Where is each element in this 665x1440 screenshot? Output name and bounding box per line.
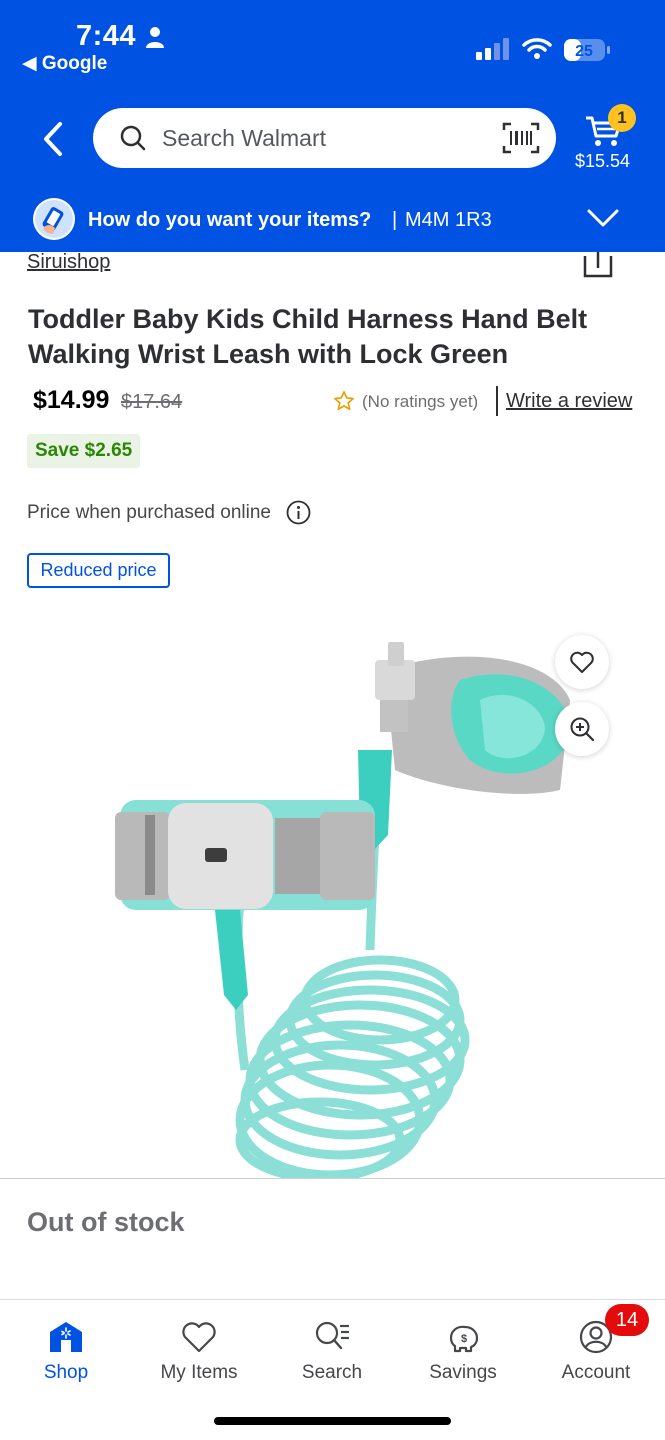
savings-badge: Save $2.65 (27, 434, 141, 468)
tab-savings[interactable]: $ Savings (408, 1312, 518, 1383)
wifi-icon (522, 38, 552, 59)
person-icon (146, 27, 164, 48)
zoom-image-button[interactable] (555, 702, 609, 756)
battery-icon: 25 (564, 39, 610, 61)
tab-label: My Items (160, 1362, 238, 1383)
star-outline-icon (334, 391, 354, 411)
was-price: $17.64 (121, 391, 183, 413)
home-indicator[interactable] (214, 1417, 451, 1425)
ratings-divider (496, 386, 498, 416)
search-input[interactable]: Search Walmart (162, 125, 326, 152)
tab-label: Savings (429, 1362, 497, 1383)
fulfillment-separator: | (392, 209, 398, 231)
current-price: $14.99 (33, 386, 110, 414)
heart-icon (570, 651, 594, 673)
back-arrow-icon[interactable] (32, 112, 76, 166)
tab-label: Account (561, 1362, 631, 1383)
search-icon (120, 125, 146, 151)
availability-status: Out of stock (27, 1207, 185, 1237)
write-review-link[interactable]: Write a review (506, 390, 632, 413)
piggy-bank-icon: $ (449, 1325, 479, 1353)
tab-label: Shop (43, 1362, 89, 1383)
product-image[interactable] (0, 600, 665, 1178)
tab-my-items[interactable]: My Items (144, 1312, 254, 1383)
barcode-scanner-icon[interactable] (502, 121, 540, 155)
back-triangle-icon: ◀ (22, 53, 42, 74)
back-to-app-link[interactable]: ◀ Google (22, 52, 107, 75)
chevron-down-icon (587, 209, 619, 227)
tab-label: Search (301, 1362, 363, 1383)
tabbar-divider (0, 1299, 665, 1300)
battery-level: 25 (575, 43, 593, 60)
fulfillment-icon (33, 198, 75, 240)
fulfillment-selector[interactable]: How do you want your items? | M4M 1R3 (0, 190, 665, 252)
postal-code: M4M 1R3 (405, 209, 492, 231)
price-note: Price when purchased online (27, 502, 271, 523)
svg-text:$: $ (461, 1333, 467, 1345)
cart-count-badge: 1 (608, 104, 636, 132)
product-title: Toddler Baby Kids Child Harness Hand Bel… (28, 304, 588, 369)
seller-link[interactable]: Siruishop (27, 251, 110, 274)
share-icon[interactable] (582, 250, 614, 278)
cart-total: $15.54 (575, 151, 631, 171)
fulfillment-question: How do you want your items? (88, 209, 372, 231)
shop-icon (50, 1322, 82, 1352)
account-notification-badge: 14 (605, 1304, 649, 1336)
reduced-price-badge: Reduced price (27, 553, 170, 588)
ratings-text: (No ratings yet) (362, 392, 479, 411)
status-time: 7:44 (76, 20, 137, 52)
tab-shop[interactable]: Shop (11, 1312, 121, 1383)
cellular-signal-icon (476, 38, 509, 60)
add-to-favorites-button[interactable] (555, 635, 609, 689)
search-list-icon (315, 1321, 349, 1350)
top-bar: 7:44 ◀ Google 25 Search Walmart 1 $15.54… (0, 0, 665, 252)
heart-icon (182, 1322, 216, 1353)
zoom-in-icon (570, 717, 595, 742)
section-divider (0, 1178, 665, 1179)
info-icon[interactable] (286, 500, 311, 525)
search-bar[interactable]: Search Walmart (93, 108, 556, 168)
tab-search[interactable]: Search (277, 1312, 387, 1383)
cart-button[interactable]: 1 $15.54 (575, 104, 648, 176)
back-app-label: Google (41, 53, 108, 74)
